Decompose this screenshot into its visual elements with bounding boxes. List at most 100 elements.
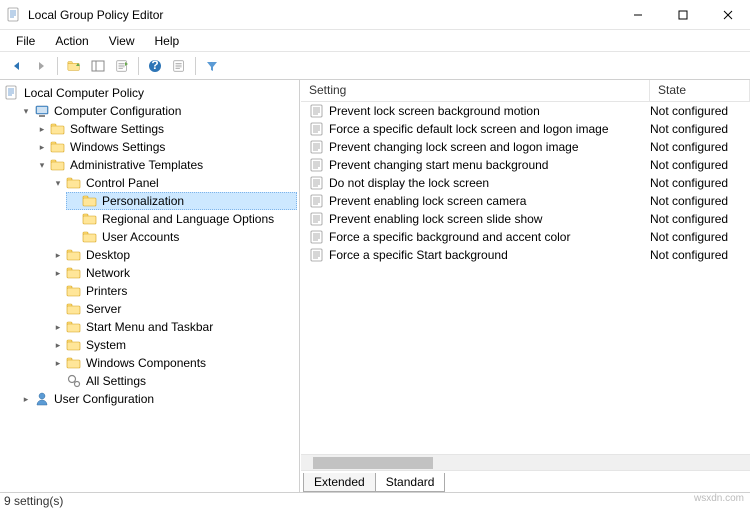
statusbar: 9 setting(s) <box>0 492 750 508</box>
export-icon <box>115 59 129 73</box>
menu-help[interactable]: Help <box>147 32 188 50</box>
setting-state: Not configured <box>650 104 750 118</box>
tree-computer-configuration[interactable]: ▾ Computer Configuration <box>18 102 297 120</box>
setting-name: Prevent changing lock screen and logon i… <box>329 140 650 154</box>
filter-button[interactable] <box>201 55 223 77</box>
user-icon <box>34 391 50 407</box>
help-button[interactable]: ? <box>144 55 166 77</box>
gears-icon <box>66 373 82 389</box>
setting-name: Force a specific Start background <box>329 248 650 262</box>
tree-label: Windows Settings <box>70 140 165 154</box>
tree-server[interactable]: Server <box>50 300 297 318</box>
tree-start-taskbar[interactable]: ▸ Start Menu and Taskbar <box>50 318 297 336</box>
folder-icon <box>82 211 98 227</box>
expander-empty <box>52 285 64 297</box>
setting-name: Prevent lock screen background motion <box>329 104 650 118</box>
up-button[interactable] <box>63 55 85 77</box>
tab-standard[interactable]: Standard <box>375 473 446 492</box>
settings-list: Setting State Prevent lock screen backgr… <box>301 80 750 470</box>
folder-icon <box>50 139 66 155</box>
setting-icon <box>309 139 325 155</box>
properties-button[interactable] <box>168 55 190 77</box>
list-row[interactable]: Force a specific background and accent c… <box>301 228 750 246</box>
setting-name: Prevent changing start menu background <box>329 158 650 172</box>
tree-regional-language[interactable]: Regional and Language Options <box>66 210 297 228</box>
watermark: wsxdn.com <box>694 493 744 504</box>
maximize-button[interactable] <box>660 0 705 29</box>
setting-name: Force a specific background and accent c… <box>329 230 650 244</box>
tree-all-settings[interactable]: All Settings <box>50 372 297 390</box>
list-header: Setting State <box>301 80 750 102</box>
tree-label: Start Menu and Taskbar <box>86 320 213 334</box>
expand-icon[interactable]: ▸ <box>36 141 48 153</box>
tree-printers[interactable]: Printers <box>50 282 297 300</box>
export-button[interactable] <box>111 55 133 77</box>
tree-label: Desktop <box>86 248 130 262</box>
tree-system[interactable]: ▸System <box>50 336 297 354</box>
column-setting[interactable]: Setting <box>301 80 650 101</box>
separator <box>57 57 58 75</box>
expand-icon[interactable]: ▸ <box>52 249 64 261</box>
tree-desktop[interactable]: ▸ Desktop <box>50 246 297 264</box>
detail-pane: Setting State Prevent lock screen backgr… <box>300 80 750 492</box>
expand-icon[interactable]: ▸ <box>20 393 32 405</box>
setting-state: Not configured <box>650 158 750 172</box>
collapse-icon[interactable]: ▾ <box>20 105 32 117</box>
close-icon <box>723 10 733 20</box>
back-button[interactable] <box>6 55 28 77</box>
show-hide-tree-button[interactable] <box>87 55 109 77</box>
tree-windows-components[interactable]: ▸ Windows Components <box>50 354 297 372</box>
folder-icon <box>50 121 66 137</box>
list-row[interactable]: Prevent enabling lock screen cameraNot c… <box>301 192 750 210</box>
folder-icon <box>66 337 82 353</box>
close-button[interactable] <box>705 0 750 29</box>
tab-extended[interactable]: Extended <box>303 473 376 492</box>
toolbar: ? <box>0 52 750 80</box>
setting-icon <box>309 121 325 137</box>
menu-view[interactable]: View <box>101 32 143 50</box>
tree-user-configuration[interactable]: ▸User Configuration <box>18 390 297 408</box>
horizontal-scrollbar[interactable] <box>301 454 750 470</box>
list-row[interactable]: Force a specific default lock screen and… <box>301 120 750 138</box>
policy-icon <box>4 85 20 101</box>
setting-icon <box>309 175 325 191</box>
tree-windows-settings[interactable]: ▸ Windows Settings <box>34 138 297 156</box>
minimize-button[interactable] <box>615 0 660 29</box>
tree-software-settings[interactable]: ▸Software Settings <box>34 120 297 138</box>
setting-name: Prevent enabling lock screen camera <box>329 194 650 208</box>
list-row[interactable]: Prevent enabling lock screen slide showN… <box>301 210 750 228</box>
expand-icon[interactable]: ▸ <box>52 321 64 333</box>
tree-root[interactable]: Local Computer Policy <box>2 84 297 102</box>
folder-icon <box>66 175 82 191</box>
menu-file[interactable]: File <box>8 32 43 50</box>
list-row[interactable]: Prevent changing lock screen and logon i… <box>301 138 750 156</box>
tree-label: Network <box>86 266 130 280</box>
list-row[interactable]: Prevent lock screen background motionNot… <box>301 102 750 120</box>
expand-icon[interactable]: ▸ <box>52 339 64 351</box>
folder-icon <box>66 301 82 317</box>
column-state[interactable]: State <box>650 80 750 101</box>
expand-icon[interactable]: ▸ <box>36 123 48 135</box>
setting-state: Not configured <box>650 176 750 190</box>
collapse-icon[interactable]: ▾ <box>36 159 48 171</box>
list-row[interactable]: Prevent changing start menu backgroundNo… <box>301 156 750 174</box>
list-row[interactable]: Do not display the lock screenNot config… <box>301 174 750 192</box>
tree-label: Server <box>86 302 121 316</box>
tree-label: Windows Components <box>86 356 206 370</box>
tree-network[interactable]: ▸ Network <box>50 264 297 282</box>
menu-action[interactable]: Action <box>47 32 96 50</box>
folder-icon <box>50 157 66 173</box>
tree-control-panel[interactable]: ▾Control Panel <box>50 174 297 192</box>
tabstrip: Extended Standard <box>301 470 750 492</box>
tree-user-accounts[interactable]: User Accounts <box>66 228 297 246</box>
folder-up-icon <box>67 59 81 73</box>
list-row[interactable]: Force a specific Start backgroundNot con… <box>301 246 750 264</box>
tree-personalization[interactable]: Personalization <box>66 192 297 210</box>
tree-administrative-templates[interactable]: ▾Administrative Templates <box>34 156 297 174</box>
expand-icon[interactable]: ▸ <box>52 267 64 279</box>
scrollbar-thumb[interactable] <box>313 457 433 469</box>
expand-icon[interactable]: ▸ <box>52 357 64 369</box>
setting-state: Not configured <box>650 248 750 262</box>
collapse-icon[interactable]: ▾ <box>52 177 64 189</box>
forward-button[interactable] <box>30 55 52 77</box>
